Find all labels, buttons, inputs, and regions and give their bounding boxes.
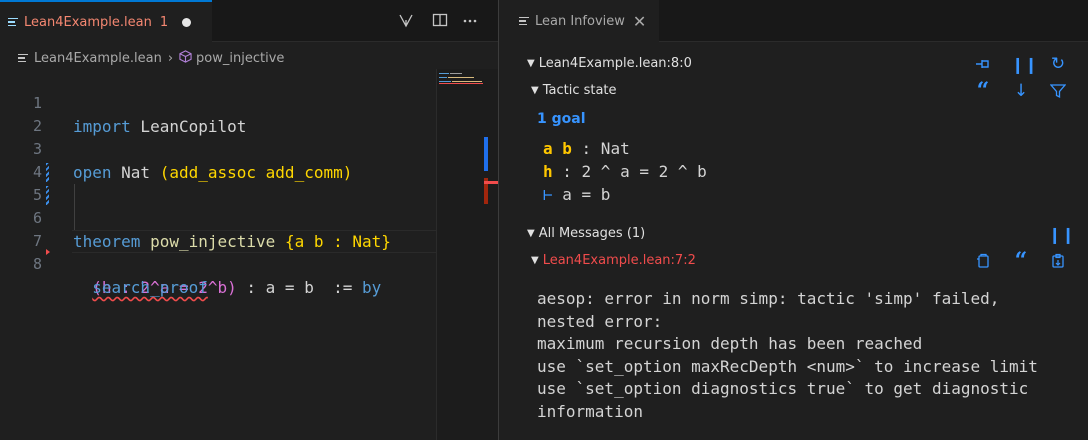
hypothesis: h : 2 ^ a = 2 ^ b <box>543 160 707 183</box>
triangle-down-icon: ▼ <box>527 228 535 239</box>
minimap[interactable] <box>436 69 498 440</box>
refresh-icon[interactable]: ↻ <box>1048 55 1068 73</box>
position-label: Lean4Example.lean:8:0 <box>538 56 692 71</box>
hyp-names: a b <box>543 139 572 158</box>
lines-icon <box>519 15 529 28</box>
code-line: 5 theorem pow_injective {a b : Nat} <box>0 161 436 251</box>
code-line: 4 <box>0 138 436 181</box>
message-header[interactable]: ▼ Lean4Example.lean:7:2 <box>531 253 696 268</box>
code-line: 1 import LeanCopilot <box>0 69 436 136</box>
code-text: : a = b := <box>236 278 362 297</box>
infoview-tab[interactable]: Lean Infoview ✕ <box>499 0 659 42</box>
all-messages-header[interactable]: ▼ All Messages (1) <box>527 226 645 241</box>
file-lines-icon <box>18 52 28 65</box>
all-messages-label: All Messages (1) <box>538 226 646 241</box>
editor-tab-bar: Lean4Example.lean 1 <box>0 0 498 42</box>
error-marker-icon <box>46 249 50 255</box>
triangle-down-icon: ▼ <box>531 85 539 96</box>
breadcrumb-file[interactable]: Lean4Example.lean <box>34 51 162 66</box>
indent-guide <box>74 184 75 207</box>
editor-tab-filename: Lean4Example.lean <box>24 14 152 30</box>
copy-icon[interactable] <box>973 253 993 273</box>
modified-gutter-marker <box>46 163 49 182</box>
breadcrumb: Lean4Example.lean › pow_injective <box>0 47 498 69</box>
code-area[interactable]: 1 import LeanCopilot 2 3 open Nat (add_a… <box>0 69 436 297</box>
infoview-tab-title: Lean Infoview <box>535 13 625 29</box>
current-line-highlight <box>72 230 436 253</box>
modified-gutter-marker <box>46 186 49 205</box>
editor-tab-problem-count: 1 <box>159 14 169 30</box>
paste-icon[interactable] <box>1048 253 1068 273</box>
infoview-pane: Lean Infoview ✕ ▼ Lean4Example.lean:8:0 … <box>499 0 1088 440</box>
tactic-state-header[interactable]: ▼ Tactic state <box>531 83 617 98</box>
goal-type: a = b <box>552 185 611 204</box>
line-number: 8 <box>32 255 42 273</box>
turnstile: ⊢ <box>543 185 553 204</box>
hyp-type: : Nat <box>571 139 630 158</box>
error-message: aesop: error in norm simp: tactic 'simp'… <box>537 289 1038 421</box>
hyp-type: : 2 ^ a = 2 ^ b <box>552 162 707 181</box>
pause-icon[interactable]: ❙❙ <box>1011 56 1038 74</box>
cube-icon <box>179 49 192 67</box>
keyword: by <box>362 278 382 297</box>
hypothesis: a b : Nat <box>543 137 630 160</box>
triangle-down-icon: ▼ <box>527 58 535 69</box>
code-line: 3 open Nat (add_assoc add_comm) <box>0 115 436 182</box>
quote-icon[interactable]: “ <box>973 80 993 102</box>
error-squiggle-tactic: search_proof <box>92 278 208 297</box>
breadcrumb-symbol[interactable]: pow_injective <box>196 51 284 66</box>
arrow-down-icon[interactable]: ↓ <box>1011 82 1031 100</box>
close-icon[interactable]: ✕ <box>633 12 646 31</box>
tactic-state-label: Tactic state <box>542 83 617 98</box>
code-line: 8 <box>0 230 436 273</box>
goal-count: 1 goal <box>537 111 586 127</box>
branch-icon[interactable] <box>398 12 414 32</box>
filter-icon[interactable] <box>1048 83 1068 103</box>
chevron-right-icon: › <box>167 50 174 66</box>
indent-guide <box>74 207 75 230</box>
pause-icon[interactable]: ❙❙ <box>1048 226 1075 244</box>
pin-icon[interactable] <box>973 56 993 76</box>
hyp-names: h <box>543 162 553 181</box>
message-location[interactable]: Lean4Example.lean:7:2 <box>543 253 696 268</box>
editor-tab[interactable]: Lean4Example.lean 1 <box>0 0 212 42</box>
triangle-down-icon: ▼ <box>531 255 539 266</box>
code-line: 7 search_proof <box>0 207 436 297</box>
code-line: 6 (h : 2^a = 2^b) : a = b := by <box>0 184 436 297</box>
quote-icon[interactable]: “ <box>1011 250 1031 272</box>
unsaved-dot-icon[interactable] <box>182 17 192 27</box>
code-line: 2 <box>0 92 436 135</box>
editor-pane: Lean4Example.lean 1 Lean4Example.lean › … <box>0 0 498 440</box>
infoview-tab-bar: Lean Infoview ✕ <box>499 0 1088 42</box>
position-header[interactable]: ▼ Lean4Example.lean:8:0 <box>527 56 692 71</box>
goal: ⊢ a = b <box>543 183 610 206</box>
lines-icon <box>8 16 18 29</box>
more-icon[interactable] <box>462 12 478 32</box>
split-editor-icon[interactable] <box>432 12 448 32</box>
